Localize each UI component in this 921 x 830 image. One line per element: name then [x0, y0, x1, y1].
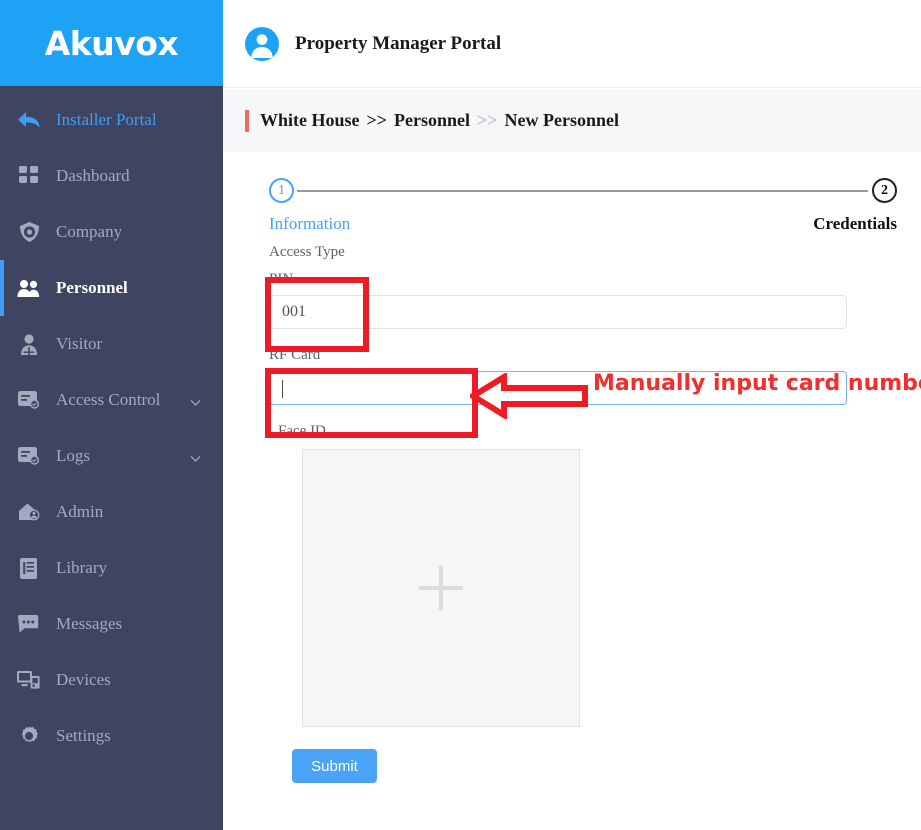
plus-icon	[419, 566, 463, 610]
sidebar-item-label: Visitor	[56, 334, 103, 353]
sidebar-item-label: Settings	[56, 726, 111, 745]
breadcrumb: White House >> Personnel >> New Personne…	[223, 89, 921, 152]
submit-button[interactable]: Submit	[292, 749, 377, 783]
breadcrumb-separator: >>	[366, 110, 388, 130]
library-book-icon	[14, 556, 44, 580]
sidebar-item-personnel[interactable]: Personnel	[0, 260, 223, 316]
logs-icon	[14, 444, 44, 468]
chevron-down-icon	[190, 449, 201, 462]
page-title: Property Manager Portal	[295, 32, 502, 54]
breadcrumb-item-white-house[interactable]: White House	[260, 110, 360, 131]
face-id-upload-area[interactable]	[302, 449, 580, 727]
sidebar: Akuvox Installer Portal Dashboard Compan…	[0, 0, 223, 830]
sidebar-item-label: Installer Portal	[56, 110, 157, 129]
sidebar-item-logs[interactable]: Logs	[0, 428, 223, 484]
breadcrumb-accent-bar	[245, 109, 249, 132]
company-shield-icon	[14, 220, 44, 244]
breadcrumb-item-personnel[interactable]: Personnel	[394, 110, 470, 131]
messages-chat-icon	[14, 612, 44, 636]
access-type-label: Access Type	[269, 244, 345, 260]
back-arrow-icon	[14, 108, 44, 132]
content-card: 1 Information 2 Credentials Access Type …	[245, 152, 921, 830]
step-label: Information	[269, 214, 351, 233]
sidebar-item-label: Company	[56, 222, 123, 241]
settings-gear-icon	[14, 724, 44, 748]
sidebar-item-label: Access Control	[56, 390, 161, 409]
sidebar-item-settings[interactable]: Settings	[0, 708, 223, 764]
stepper-step-information[interactable]: 1 Information	[269, 178, 389, 234]
access-control-icon	[14, 388, 44, 412]
top-header: Property Manager Portal	[223, 0, 921, 88]
sidebar-item-label: Devices	[56, 670, 111, 689]
rf-card-input[interactable]	[269, 371, 847, 405]
sidebar-item-library[interactable]: Library	[0, 540, 223, 596]
stepper: 1 Information 2 Credentials	[269, 178, 897, 244]
brand-name: Akuvox	[44, 23, 179, 63]
sidebar-item-visitor[interactable]: Visitor	[0, 316, 223, 372]
personnel-users-icon	[14, 276, 44, 300]
step-number-badge: 2	[872, 178, 897, 203]
app-root: Akuvox Installer Portal Dashboard Compan…	[0, 0, 921, 830]
sidebar-item-label: Dashboard	[56, 166, 130, 185]
text-cursor	[282, 380, 283, 398]
breadcrumb-item-new-personnel: New Personnel	[504, 110, 620, 130]
sidebar-item-label: Logs	[56, 446, 90, 465]
breadcrumb-separator: >>	[477, 110, 498, 130]
devices-monitor-icon	[14, 668, 44, 692]
sidebar-item-label: Personnel	[56, 278, 128, 297]
step-label: Credentials	[813, 214, 897, 233]
face-id-label: Face ID	[278, 423, 326, 439]
stepper-connector-line	[297, 190, 868, 192]
credentials-form: Access Type PIN RF Card Face ID Submit	[269, 244, 897, 783]
sidebar-item-label: Library	[56, 558, 107, 577]
sidebar-item-label: Messages	[56, 614, 123, 633]
pin-field-group: PIN	[269, 271, 897, 329]
user-avatar-icon[interactable]	[245, 26, 279, 61]
brand-logo[interactable]: Akuvox	[0, 0, 223, 86]
pin-input[interactable]	[269, 295, 847, 329]
rf-card-field-group: RF Card	[269, 347, 897, 405]
sidebar-item-admin[interactable]: Admin	[0, 484, 223, 540]
sidebar-item-company[interactable]: Company	[0, 204, 223, 260]
pin-label: PIN	[269, 271, 294, 287]
sidebar-item-dashboard[interactable]: Dashboard	[0, 148, 223, 204]
dashboard-grid-icon	[14, 164, 44, 188]
visitor-person-icon	[14, 332, 44, 356]
sidebar-item-devices[interactable]: Devices	[0, 652, 223, 708]
sidebar-item-installer-portal[interactable]: Installer Portal	[0, 86, 223, 148]
stepper-step-credentials[interactable]: 2 Credentials	[777, 178, 897, 234]
rf-card-label: RF Card	[269, 347, 321, 363]
face-id-field-group: Face ID	[269, 423, 897, 727]
sidebar-item-label: Admin	[56, 502, 104, 521]
step-number-badge: 1	[269, 178, 294, 203]
admin-home-user-icon	[14, 500, 44, 524]
sidebar-item-access-control[interactable]: Access Control	[0, 372, 223, 428]
chevron-down-icon	[190, 393, 201, 406]
sidebar-item-messages[interactable]: Messages	[0, 596, 223, 652]
